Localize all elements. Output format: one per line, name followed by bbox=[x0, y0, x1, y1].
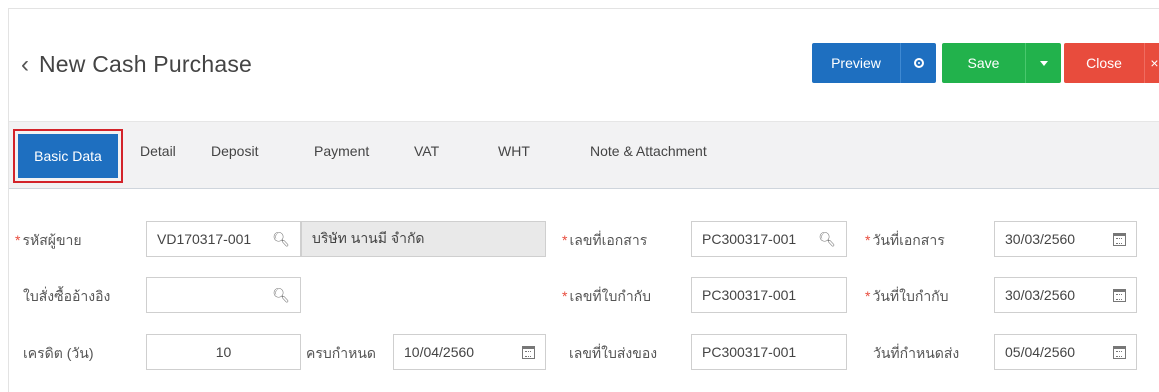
doc-date-label: * วันที่เอกสาร bbox=[865, 232, 945, 248]
page-title: New Cash Purchase bbox=[39, 51, 253, 77]
tax-no-label: * เลขที่ใบกำกับ bbox=[562, 288, 652, 304]
doc-no-field[interactable]: PC300317-001 🔍︎ bbox=[691, 221, 847, 257]
close-button-group: Close × bbox=[1064, 43, 1159, 83]
po-ref-label: ใบสั่งซื้ออ้างอิง bbox=[23, 288, 111, 304]
credit-field[interactable]: 10 bbox=[146, 334, 301, 370]
calendar-icon[interactable] bbox=[522, 345, 535, 359]
tax-date-value: 30/03/2560 bbox=[1005, 287, 1076, 303]
due-date-field[interactable]: 10/04/2560 bbox=[393, 334, 546, 370]
save-button-group: Save bbox=[942, 43, 1061, 83]
due-label: ครบกำหนด bbox=[306, 345, 376, 361]
calendar-icon[interactable] bbox=[1113, 232, 1126, 246]
tab-detail[interactable]: Detail bbox=[140, 143, 176, 159]
vendor-name-field: บริษัท นานมี จำกัด bbox=[301, 221, 546, 257]
save-button[interactable]: Save bbox=[942, 43, 1025, 83]
po-ref-field[interactable]: 🔍︎ bbox=[146, 277, 301, 313]
vendor-name-value: บริษัท นานมี จำกัด bbox=[312, 230, 425, 246]
doc-date-value: 30/03/2560 bbox=[1005, 231, 1076, 247]
settings-icon bbox=[913, 58, 924, 68]
doc-date-field[interactable]: 30/03/2560 bbox=[994, 221, 1137, 257]
caret-down-icon bbox=[1039, 60, 1048, 66]
tab-basic-data[interactable]: Basic Data bbox=[13, 129, 123, 183]
tab-payment[interactable]: Payment bbox=[314, 143, 369, 159]
delivery-date-field[interactable]: 05/04/2560 bbox=[994, 334, 1137, 370]
vendor-code-label: * รหัสผู้ขาย bbox=[15, 232, 82, 248]
credit-label: เครดิต (วัน) bbox=[23, 345, 94, 361]
delivery-no-field[interactable]: PC300317-001 bbox=[691, 334, 847, 370]
vendor-code-value: VD170317-001 bbox=[157, 231, 252, 247]
due-date-value: 10/04/2560 bbox=[404, 344, 475, 360]
preview-options-button[interactable] bbox=[900, 43, 936, 83]
form-window: ‹ New Cash Purchase Preview Save Close ×… bbox=[8, 8, 1159, 392]
tab-deposit[interactable]: Deposit bbox=[211, 143, 258, 159]
close-button[interactable]: Close bbox=[1064, 43, 1144, 83]
back-link[interactable]: ‹ New Cash Purchase bbox=[21, 51, 252, 78]
basic-data-form: * รหัสผู้ขาย VD170317-001 🔍︎ บริษัท นานมี… bbox=[9, 189, 1159, 392]
search-icon[interactable]: 🔍︎ bbox=[818, 231, 836, 248]
vendor-code-field[interactable]: VD170317-001 🔍︎ bbox=[146, 221, 301, 257]
delivery-date-value: 05/04/2560 bbox=[1005, 344, 1076, 360]
page-header: ‹ New Cash Purchase Preview Save Close × bbox=[9, 9, 1159, 121]
tax-date-field[interactable]: 30/03/2560 bbox=[994, 277, 1137, 313]
search-icon[interactable]: 🔍︎ bbox=[272, 287, 290, 304]
close-x-button[interactable]: × bbox=[1144, 43, 1159, 83]
tax-date-label: * วันที่ใบกำกับ bbox=[865, 288, 949, 304]
preview-button[interactable]: Preview bbox=[812, 43, 900, 83]
chevron-left-icon[interactable]: ‹ bbox=[21, 52, 29, 77]
tab-label: Basic Data bbox=[18, 134, 118, 178]
tax-no-value: PC300317-001 bbox=[702, 287, 797, 303]
calendar-icon[interactable] bbox=[1113, 345, 1126, 359]
calendar-icon[interactable] bbox=[1113, 288, 1126, 302]
tax-no-field[interactable]: PC300317-001 bbox=[691, 277, 847, 313]
delivery-no-value: PC300317-001 bbox=[702, 344, 797, 360]
preview-button-group: Preview bbox=[812, 43, 936, 83]
delivery-no-label: เลขที่ใบส่งของ bbox=[569, 345, 658, 361]
search-icon[interactable]: 🔍︎ bbox=[272, 231, 290, 248]
doc-no-label: * เลขที่เอกสาร bbox=[562, 232, 648, 248]
tab-bar: Basic Data Detail Deposit Payment VAT WH… bbox=[9, 121, 1159, 189]
tab-note-attachment[interactable]: Note & Attachment bbox=[590, 143, 707, 159]
tab-vat[interactable]: VAT bbox=[414, 143, 439, 159]
tab-wht[interactable]: WHT bbox=[498, 143, 530, 159]
credit-value: 10 bbox=[215, 344, 232, 360]
save-dropdown-button[interactable] bbox=[1025, 43, 1061, 83]
doc-no-value: PC300317-001 bbox=[702, 231, 797, 247]
delivery-date-label: วันที่กำหนดส่ง bbox=[873, 345, 960, 361]
